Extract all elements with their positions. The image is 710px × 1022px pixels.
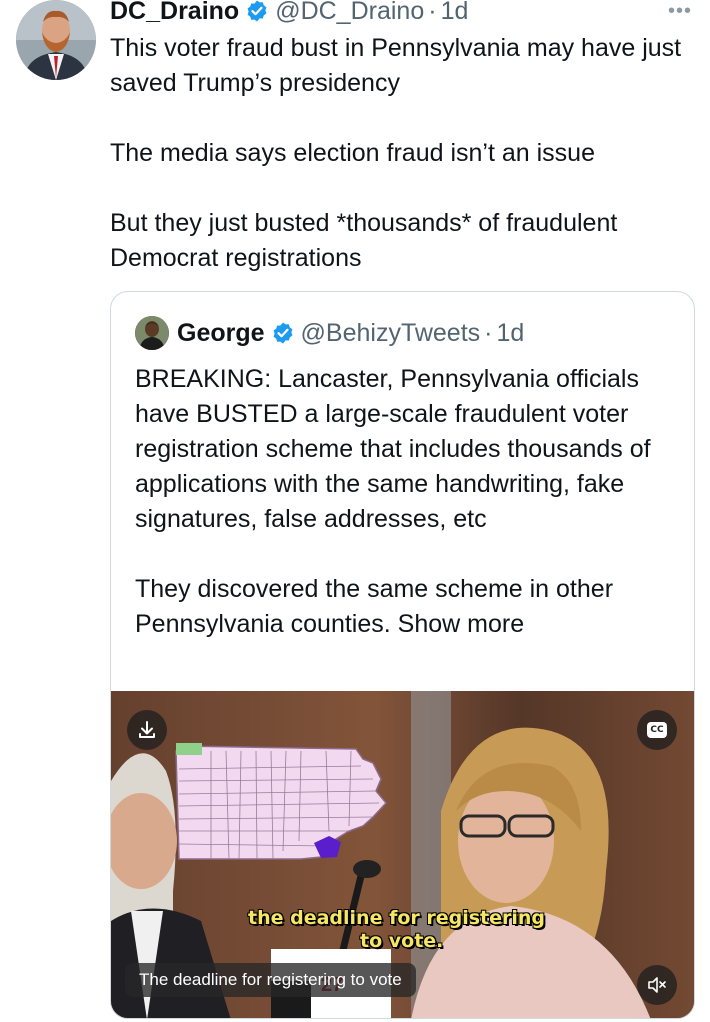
download-button[interactable] xyxy=(127,710,167,750)
burned-in-caption-line-2: to vote. xyxy=(360,930,444,952)
quoted-tweet-text: BREAKING: Lancaster, Pennsylvania offici… xyxy=(135,362,680,642)
author-avatar[interactable] xyxy=(16,0,96,80)
quoted-separator-dot: · xyxy=(484,318,493,347)
closed-captions-label: CC xyxy=(650,725,664,735)
muted-speaker-icon xyxy=(648,977,666,993)
video-player[interactable]: 27 CC the deadline f xyxy=(111,691,694,1018)
quoted-timestamp[interactable]: 1d xyxy=(496,319,524,348)
quoted-tweet[interactable]: George @BehizyTweets · 1d BREAKING: Lanc… xyxy=(110,291,695,1019)
download-icon xyxy=(139,721,155,738)
quoted-tweet-body: BREAKING: Lancaster, Pennsylvania offici… xyxy=(135,365,651,638)
closed-captions-icon: CC xyxy=(647,722,667,738)
more-icon[interactable]: ••• xyxy=(668,0,692,23)
quoted-author-handle[interactable]: @BehizyTweets xyxy=(301,319,481,348)
quoted-author-avatar-image xyxy=(135,316,169,350)
burned-in-caption-line-1: the deadline for registering xyxy=(248,907,546,929)
tweet-header: DC_Draino @DC_Draino · 1d xyxy=(110,0,696,28)
verified-badge-icon xyxy=(245,0,269,23)
quoted-author-avatar[interactable] xyxy=(135,316,169,350)
separator-dot: · xyxy=(428,0,437,25)
author-avatar-image xyxy=(16,0,96,80)
author-handle[interactable]: @DC_Draino xyxy=(275,0,424,26)
quoted-tweet-header: George @BehizyTweets · 1d xyxy=(135,316,524,350)
closed-captions-button[interactable]: CC xyxy=(637,710,677,750)
tweet-text: This voter fraud bust in Pennsylvania ma… xyxy=(110,34,682,272)
author-name[interactable]: DC_Draino xyxy=(110,0,239,26)
show-more-link[interactable]: Show more xyxy=(398,610,524,638)
mute-toggle-button[interactable] xyxy=(637,965,677,1005)
quoted-author-name[interactable]: George xyxy=(177,319,265,348)
tweet-timestamp[interactable]: 1d xyxy=(441,0,469,26)
quoted-verified-badge-icon xyxy=(271,321,295,345)
closed-caption-text: The deadline for registering to vote xyxy=(125,963,416,997)
